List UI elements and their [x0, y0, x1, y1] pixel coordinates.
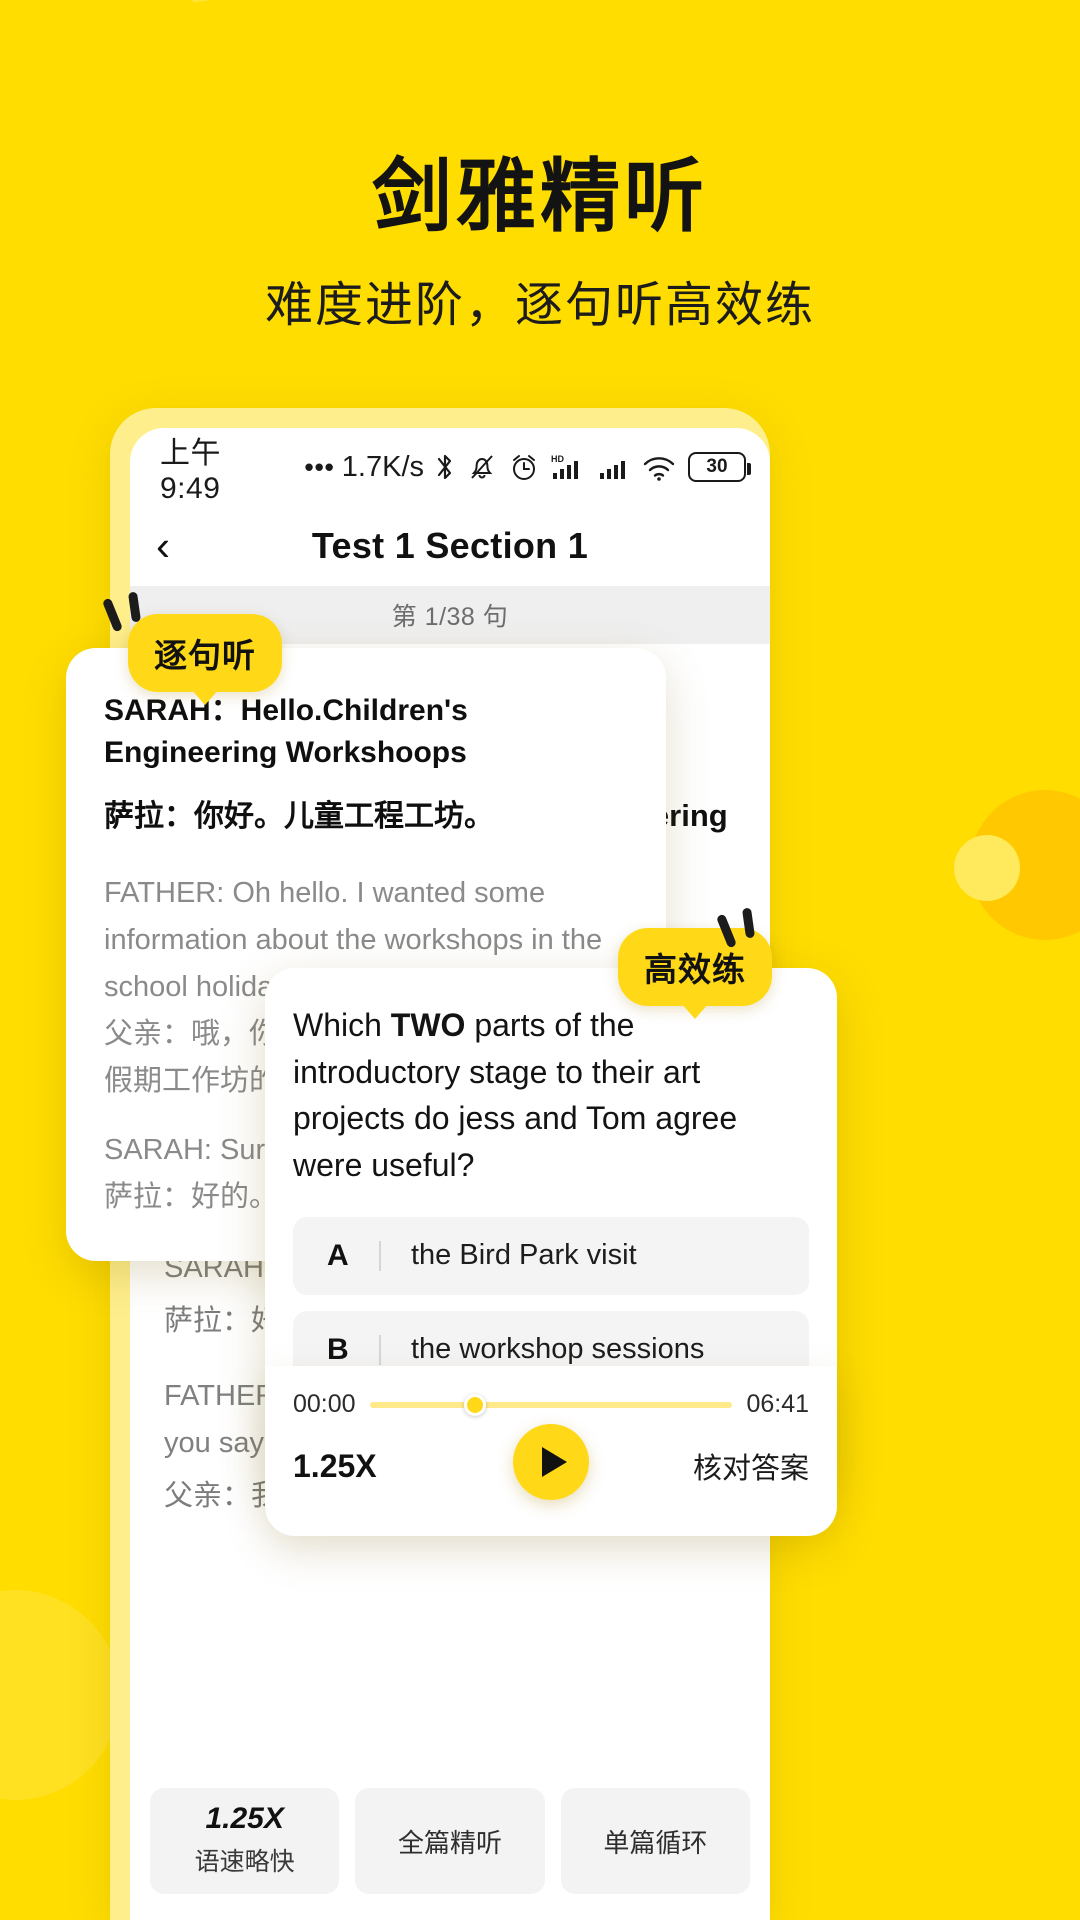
decorative-circle-bottom-left [0, 1590, 120, 1800]
speed-chip-rate[interactable]: 1.25X 语速略快 [150, 1788, 340, 1894]
decorative-circle-right-small [954, 835, 1020, 901]
full-listen-button[interactable]: 全篇精听 [355, 1788, 545, 1894]
option-divider [379, 1240, 381, 1271]
status-bar: 上午9:49 ••• 1.7K/s HD 30 [130, 428, 770, 506]
question-prompt-emphasis: TWO [390, 1007, 466, 1043]
player-seek-handle[interactable] [463, 1393, 486, 1416]
question-prompt: Which TWO parts of the introductory stag… [293, 1002, 809, 1189]
promo-header: 剑雅精听 难度进阶，逐句听高效练 [0, 155, 1080, 335]
player-speed-button[interactable]: 1.25X [293, 1448, 377, 1485]
sparkle-icon [101, 591, 154, 633]
option-letter: A [327, 1238, 349, 1272]
popup-active-zh: 萨拉：你好。儿童工程工坊。 [104, 800, 494, 833]
svg-text:HD: HD [551, 454, 564, 464]
bluetooth-icon [434, 451, 456, 483]
question-prompt-pre: Which [293, 1007, 391, 1043]
wifi-icon [641, 451, 677, 483]
promo-title: 剑雅精听 [372, 150, 708, 243]
option-row[interactable]: A the Bird Park visit [293, 1216, 809, 1295]
back-button[interactable]: ‹ [156, 525, 170, 567]
page-title: Test 1 Section 1 [311, 525, 589, 566]
popup-active-en: SARAH：Hello.Children's Engineering Works… [104, 694, 468, 769]
signal-icon [598, 451, 630, 483]
option-label: the workshop sessions [411, 1333, 705, 1366]
check-answer-button[interactable]: 核对答案 [693, 1445, 809, 1487]
battery-icon: 30 [688, 452, 751, 482]
player-progress-row: 00:00 06:41 [293, 1390, 809, 1419]
battery-level: 30 [706, 456, 728, 477]
sparkle-icon [715, 907, 768, 949]
speed-chip-value: 1.25X [205, 1802, 284, 1835]
network-speed-label: 1.7K/s [341, 450, 424, 483]
alarm-clock-icon [508, 451, 540, 483]
play-button[interactable] [513, 1424, 589, 1500]
option-divider [379, 1334, 381, 1365]
promo-subtitle: 难度进阶，逐句听高效练 [264, 277, 815, 333]
network-dots-icon: ••• [304, 452, 335, 482]
status-network: ••• 1.7K/s [304, 451, 424, 484]
phone-bottom-controls: 1.25X 语速略快 全篇精听 单篇循环 [130, 1788, 770, 1920]
status-icons: HD 30 [434, 451, 751, 483]
audio-player-bar: 00:00 06:41 1.25X 核对答案 [265, 1366, 837, 1536]
hd-signal-icon: HD [551, 451, 587, 483]
single-loop-button[interactable]: 单篇循环 [560, 1788, 750, 1894]
option-letter: B [327, 1332, 349, 1366]
speed-chip-label: 语速略快 [194, 1848, 295, 1876]
option-label: the Bird Park visit [411, 1239, 637, 1272]
status-time: 上午9:49 [160, 437, 221, 505]
nav-bar: ‹ Test 1 Section 1 [130, 506, 770, 586]
player-current-time: 00:00 [293, 1390, 356, 1418]
bell-muted-icon [467, 451, 497, 483]
player-total-time: 06:41 [746, 1390, 809, 1418]
speed-chip-row: 1.25X 语速略快 全篇精听 单篇循环 [150, 1788, 750, 1894]
player-seek-slider[interactable] [369, 1393, 733, 1416]
player-control-row: 1.25X 核对答案 [293, 1424, 809, 1500]
